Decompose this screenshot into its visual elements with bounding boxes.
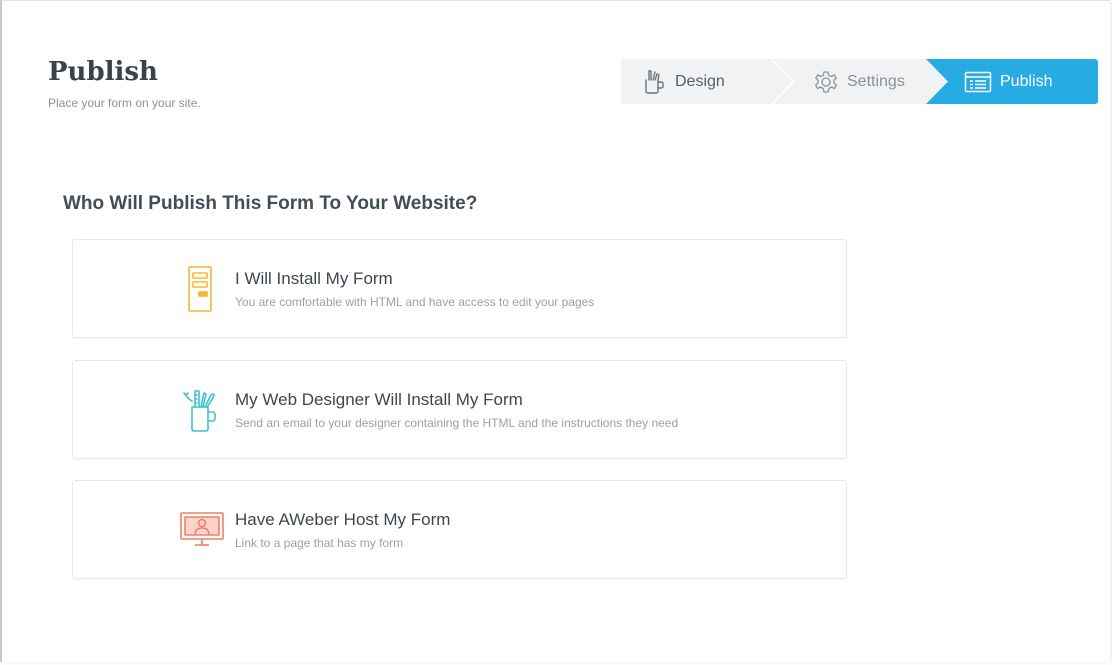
designer-cup-icon [179,385,225,435]
option-web-designer[interactable]: My Web Designer Will Install My Form Sen… [72,360,847,459]
option-title: My Web Designer Will Install My Form [235,390,523,409]
window-icon [964,71,992,93]
form-document-icon [179,264,225,314]
page-subtitle: Place your form on your site. [48,96,201,110]
wizard-step-settings-label: Settings [847,72,905,90]
hosted-monitor-icon [179,505,225,555]
wizard-step-settings[interactable]: Settings [773,59,948,104]
wizard-steps: Design Settings Publish [621,59,1098,104]
option-self-install[interactable]: I Will Install My Form You are comfortab… [72,239,847,338]
option-title: Have AWeber Host My Form [235,510,451,529]
wizard-step-publish[interactable]: Publish [926,59,1098,104]
page-title: Publish [48,57,158,87]
wizard-step-design-label: Design [675,72,725,90]
option-title: I Will Install My Form [235,269,393,288]
option-aweber-host[interactable]: Have AWeber Host My Form Link to a page … [72,480,847,579]
gear-icon [813,69,839,95]
section-heading: Who Will Publish This Form To Your Websi… [63,193,478,214]
app-window: Publish Place your form on your site. De… [0,0,1110,662]
wizard-step-design[interactable]: Design [621,59,793,104]
option-description: You are comfortable with HTML and have a… [235,295,595,309]
wizard-step-publish-label: Publish [1000,72,1053,90]
option-description: Send an email to your designer containin… [235,416,679,430]
option-description: Link to a page that has my form [235,536,404,550]
design-tools-icon [643,69,667,95]
